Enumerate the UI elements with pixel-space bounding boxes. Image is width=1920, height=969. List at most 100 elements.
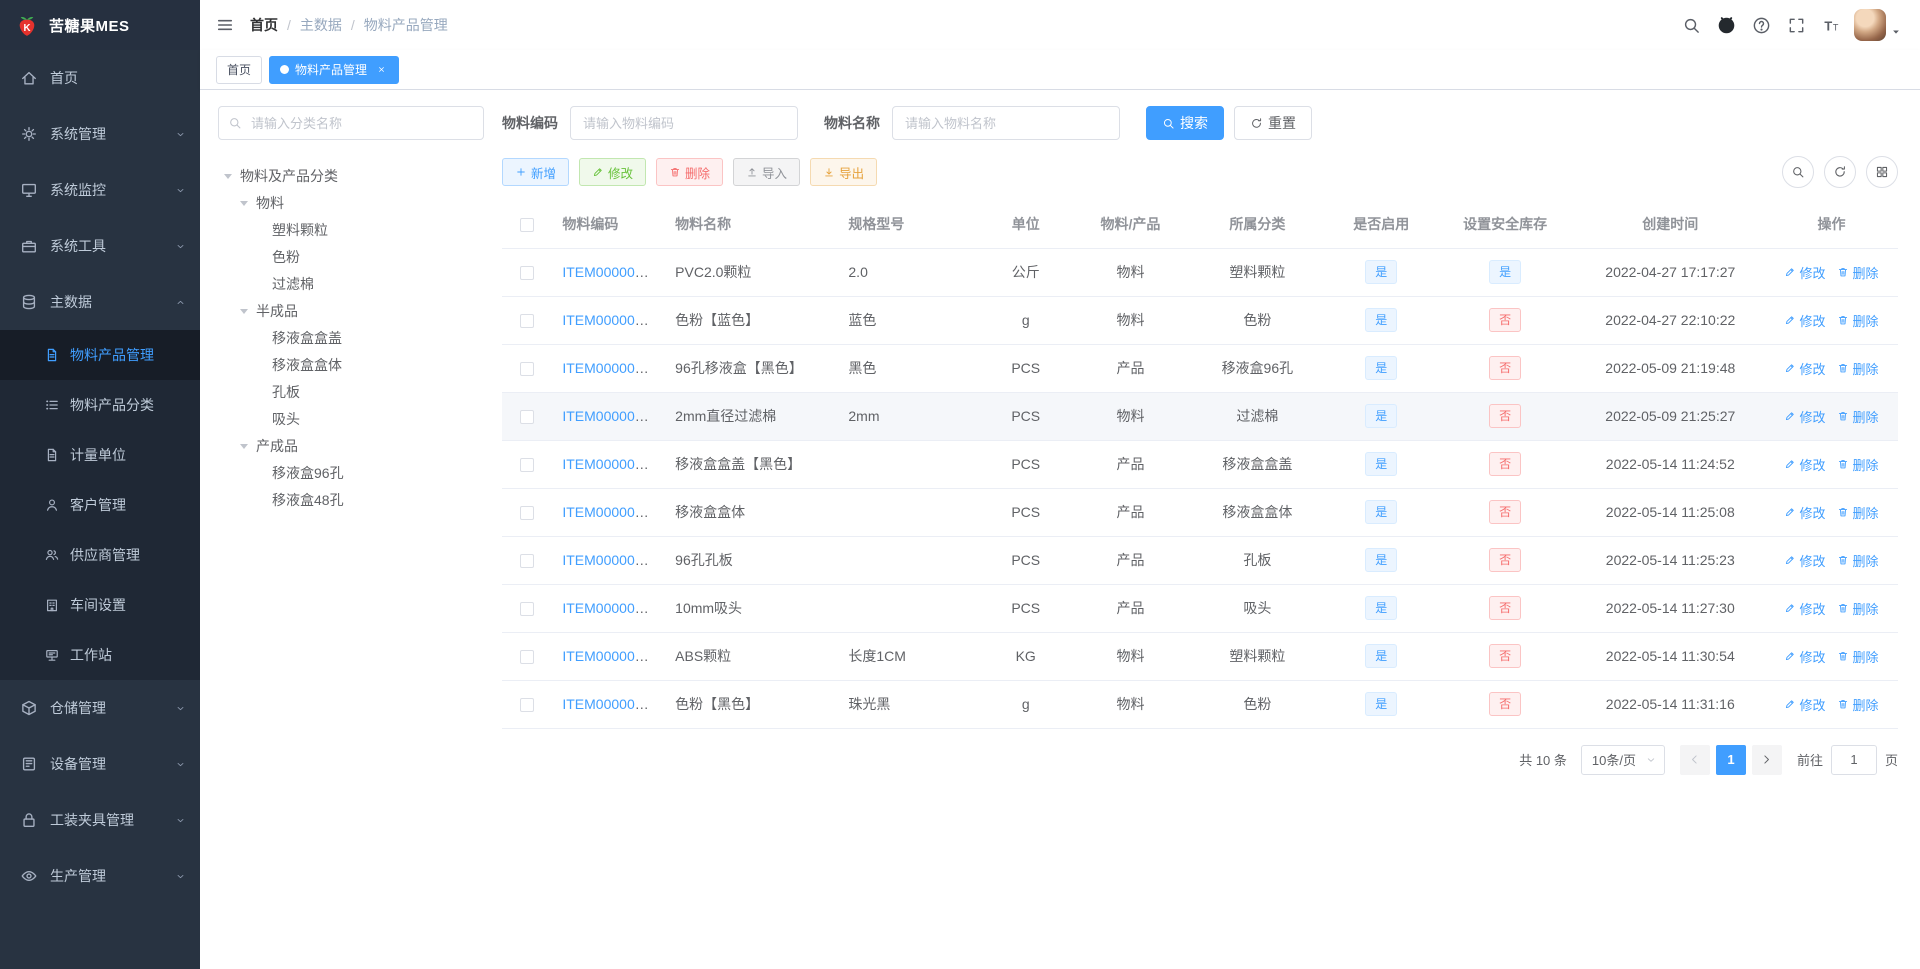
chevron-down-icon[interactable] xyxy=(1890,26,1902,38)
sidebar-item-material-mgmt[interactable]: 物料产品管理 xyxy=(0,330,200,380)
row-checkbox[interactable] xyxy=(520,602,535,617)
row-checkbox[interactable] xyxy=(520,698,535,713)
row-delete-button[interactable]: 删除 xyxy=(1837,599,1878,618)
name-filter-input[interactable] xyxy=(892,106,1120,140)
page-size-select[interactable]: 10条/页 xyxy=(1580,744,1665,775)
tree-node[interactable]: 物料 xyxy=(218,189,484,216)
row-checkbox[interactable] xyxy=(520,314,535,329)
font-size-icon[interactable]: TT xyxy=(1817,11,1846,40)
row-checkbox[interactable] xyxy=(520,458,535,473)
breadcrumb-item[interactable]: 首页 xyxy=(250,15,278,35)
row-delete-button[interactable]: 删除 xyxy=(1837,311,1878,330)
tab-home[interactable]: 首页 xyxy=(216,55,263,84)
material-code-link[interactable]: ITEM00000046 xyxy=(562,360,658,376)
tree-node[interactable]: 孔板 xyxy=(218,378,484,405)
row-checkbox[interactable] xyxy=(520,650,535,665)
github-icon[interactable] xyxy=(1712,11,1741,40)
tree-node[interactable]: 色粉 xyxy=(218,243,484,270)
tree-node[interactable]: 过滤棉 xyxy=(218,270,484,297)
row-checkbox[interactable] xyxy=(520,266,535,281)
tree-node[interactable]: 移液盒96孔 xyxy=(218,459,484,486)
prev-page-button[interactable] xyxy=(1679,744,1710,775)
question-icon[interactable] xyxy=(1747,11,1776,40)
row-edit-button[interactable]: 修改 xyxy=(1784,407,1825,426)
search-button[interactable]: 搜索 xyxy=(1146,106,1224,140)
code-filter-input[interactable] xyxy=(570,106,798,140)
sidebar-item-production-mgmt[interactable]: 生产管理 xyxy=(0,848,200,904)
material-code-link[interactable]: ITEM00000055 xyxy=(562,648,658,664)
row-checkbox[interactable] xyxy=(520,362,535,377)
tree-node[interactable]: 半成品 xyxy=(218,297,484,324)
sidebar-item-home[interactable]: 首页 xyxy=(0,50,200,106)
row-edit-button[interactable]: 修改 xyxy=(1784,695,1825,714)
category-search-input[interactable] xyxy=(218,106,484,140)
material-code-link[interactable]: ITEM00000054 xyxy=(562,600,658,616)
sidebar-item-system-monitor[interactable]: 系统监控 xyxy=(0,162,200,218)
page-number-button[interactable]: 1 xyxy=(1715,744,1746,775)
material-code-link[interactable]: ITEM00000052 xyxy=(562,504,658,520)
row-delete-button[interactable]: 删除 xyxy=(1837,647,1878,666)
material-code-link[interactable]: ITEM00000051 xyxy=(562,456,658,472)
row-checkbox[interactable] xyxy=(520,506,535,521)
add-button[interactable]: 新增 xyxy=(502,158,570,186)
row-delete-button[interactable]: 删除 xyxy=(1837,359,1878,378)
edit-button[interactable]: 修改 xyxy=(579,158,647,186)
row-edit-button[interactable]: 修改 xyxy=(1784,599,1825,618)
tree-node[interactable]: 吸头 xyxy=(218,405,484,432)
export-button[interactable]: 导出 xyxy=(810,158,878,186)
sidebar-item-material-category[interactable]: 物料产品分类 xyxy=(0,380,200,430)
material-code-link[interactable]: ITEM00000041 xyxy=(562,312,658,328)
sidebar-item-warehouse-mgmt[interactable]: 仓储管理 xyxy=(0,680,200,736)
sidebar-item-system-mgmt[interactable]: 系统管理 xyxy=(0,106,200,162)
tree-node[interactable]: 移液盒盒体 xyxy=(218,351,484,378)
app-logo[interactable]: K 苦糖果MES xyxy=(0,0,200,50)
table-refresh-button[interactable] xyxy=(1824,156,1856,188)
breadcrumb-item[interactable]: 主数据 xyxy=(300,15,342,35)
material-code-link[interactable]: ITEM00000056 xyxy=(562,696,658,712)
row-edit-button[interactable]: 修改 xyxy=(1784,551,1825,570)
row-edit-button[interactable]: 修改 xyxy=(1784,311,1825,330)
tree-node[interactable]: 移液盒48孔 xyxy=(218,486,484,513)
sidebar-item-measure-unit[interactable]: 计量单位 xyxy=(0,430,200,480)
material-code-link[interactable]: ITEM00000049 xyxy=(562,408,658,424)
sidebar-item-master-data[interactable]: 主数据 xyxy=(0,274,200,330)
tab-material-mgmt[interactable]: 物料产品管理 xyxy=(269,55,400,84)
table-column-settings-button[interactable] xyxy=(1866,156,1898,188)
row-edit-button[interactable]: 修改 xyxy=(1784,359,1825,378)
row-edit-button[interactable]: 修改 xyxy=(1784,647,1825,666)
tree-node[interactable]: 物料及产品分类 xyxy=(218,162,484,189)
material-code-link[interactable]: ITEM00000037 xyxy=(562,264,658,280)
select-all-checkbox[interactable] xyxy=(520,217,535,232)
tree-node[interactable]: 产成品 xyxy=(218,432,484,459)
row-delete-button[interactable]: 删除 xyxy=(1837,503,1878,522)
row-edit-button[interactable]: 修改 xyxy=(1784,263,1825,282)
close-icon[interactable] xyxy=(374,63,388,77)
row-delete-button[interactable]: 删除 xyxy=(1837,263,1878,282)
sidebar-item-equipment-mgmt[interactable]: 设备管理 xyxy=(0,736,200,792)
row-delete-button[interactable]: 删除 xyxy=(1837,695,1878,714)
fullscreen-icon[interactable] xyxy=(1782,11,1811,40)
sidebar-item-supplier-mgmt[interactable]: 供应商管理 xyxy=(0,530,200,580)
hamburger-icon[interactable] xyxy=(216,16,234,34)
tree-node[interactable]: 塑料颗粒 xyxy=(218,216,484,243)
sidebar-item-fixture-mgmt[interactable]: 工装夹具管理 xyxy=(0,792,200,848)
goto-page-input[interactable] xyxy=(1830,744,1877,775)
reset-button[interactable]: 重置 xyxy=(1234,106,1312,140)
next-page-button[interactable] xyxy=(1751,744,1782,775)
sidebar-item-customer-mgmt[interactable]: 客户管理 xyxy=(0,480,200,530)
row-delete-button[interactable]: 删除 xyxy=(1837,551,1878,570)
sidebar-item-workshop-settings[interactable]: 车间设置 xyxy=(0,580,200,630)
delete-button[interactable]: 删除 xyxy=(656,158,724,186)
tree-node[interactable]: 移液盒盒盖 xyxy=(218,324,484,351)
row-delete-button[interactable]: 删除 xyxy=(1837,407,1878,426)
search-icon[interactable] xyxy=(1677,11,1706,40)
row-checkbox[interactable] xyxy=(520,554,535,569)
table-search-toggle-button[interactable] xyxy=(1782,156,1814,188)
row-edit-button[interactable]: 修改 xyxy=(1784,455,1825,474)
sidebar-item-system-tools[interactable]: 系统工具 xyxy=(0,218,200,274)
row-edit-button[interactable]: 修改 xyxy=(1784,503,1825,522)
material-code-link[interactable]: ITEM00000053 xyxy=(562,552,658,568)
row-delete-button[interactable]: 删除 xyxy=(1837,455,1878,474)
import-button[interactable]: 导入 xyxy=(733,158,801,186)
sidebar-item-workstation[interactable]: 工作站 xyxy=(0,630,200,680)
